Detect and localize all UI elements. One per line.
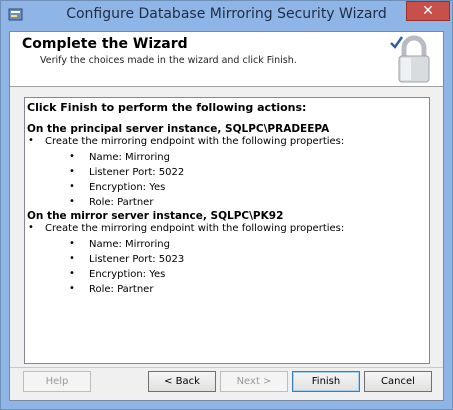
finish-button[interactable]: Finish xyxy=(292,371,360,392)
page-title: Complete the Wizard xyxy=(22,36,188,52)
bullet: • xyxy=(69,181,75,192)
principal-instance-title: On the principal server instance, SQLPC\… xyxy=(27,123,330,135)
padlock-check-icon xyxy=(390,35,430,83)
mirror-prop: Name: Mirroring xyxy=(89,239,170,250)
bullet: • xyxy=(69,166,75,177)
bullet: • xyxy=(28,222,34,233)
principal-prop: Encryption: Yes xyxy=(89,182,166,193)
back-button[interactable]: < Back xyxy=(148,371,216,392)
mirror-action: Create the mirroring endpoint with the f… xyxy=(45,223,345,234)
bullet: • xyxy=(69,238,75,249)
bullet: • xyxy=(69,253,75,264)
principal-prop: Role: Partner xyxy=(89,197,154,208)
mirror-prop: Listener Port: 5023 xyxy=(89,254,185,265)
help-button[interactable]: Help xyxy=(23,371,91,392)
next-button[interactable]: Next > xyxy=(220,371,288,392)
title-bar[interactable]: Configure Database Mirroring Security Wi… xyxy=(1,1,452,31)
bullet: • xyxy=(69,283,75,294)
bullet: • xyxy=(69,196,75,207)
principal-prop: Name: Mirroring xyxy=(89,152,170,163)
page-subtitle: Verify the choices made in the wizard an… xyxy=(40,55,297,66)
window-title: Configure Database Mirroring Security Wi… xyxy=(66,6,387,22)
wizard-header: Complete the Wizard Verify the choices m… xyxy=(10,32,443,87)
mirror-instance-title: On the mirror server instance, SQLPC\PK9… xyxy=(27,210,284,222)
mirror-prop: Encryption: Yes xyxy=(89,269,166,280)
summary-text-box[interactable]: Click Finish to perform the following ac… xyxy=(24,97,430,364)
footer-divider xyxy=(10,367,443,368)
wizard-window: Configure Database Mirroring Security Wi… xyxy=(0,0,453,410)
cancel-button[interactable]: Cancel xyxy=(364,371,432,392)
bullet: • xyxy=(69,151,75,162)
wizard-client-area: Complete the Wizard Verify the choices m… xyxy=(9,31,444,401)
close-button[interactable]: ✕ xyxy=(406,1,450,21)
close-icon: ✕ xyxy=(422,3,434,19)
summary-heading: Click Finish to perform the following ac… xyxy=(27,101,307,114)
principal-prop: Listener Port: 5022 xyxy=(89,167,185,178)
bullet: • xyxy=(69,268,75,279)
bullet: • xyxy=(28,135,34,146)
mirror-prop: Role: Partner xyxy=(89,284,154,295)
principal-action: Create the mirroring endpoint with the f… xyxy=(45,136,345,147)
